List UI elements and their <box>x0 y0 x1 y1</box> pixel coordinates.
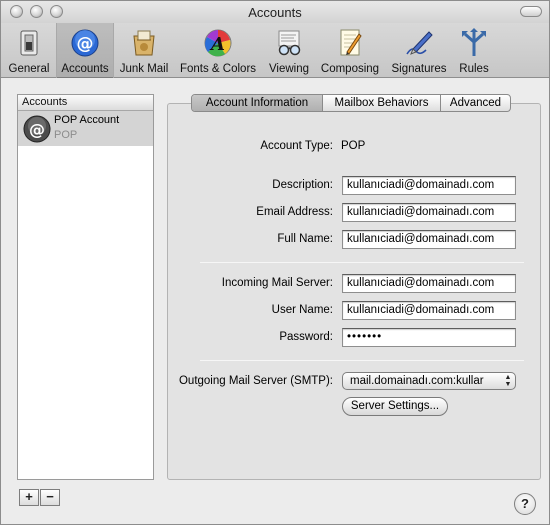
popup-arrows-icon: ▲ ▼ <box>504 374 512 388</box>
title-bar: Accounts <box>1 1 549 23</box>
full-name-label: Full Name: <box>277 233 333 245</box>
mail-account-at-icon: @ <box>23 115 51 143</box>
account-type-label: Account Type: <box>260 140 333 152</box>
toolbar-label: Junk Mail <box>119 63 169 75</box>
at-sign-icon: @ <box>71 29 99 57</box>
account-type: POP <box>54 129 78 141</box>
password-field[interactable]: ••••••• <box>342 328 516 347</box>
svg-text:@: @ <box>77 34 94 54</box>
toolbar-label: Accounts <box>61 63 109 75</box>
svg-text:@: @ <box>29 120 45 139</box>
pen-signature-icon <box>406 31 433 55</box>
toolbar-signatures[interactable]: Signatures <box>387 23 451 78</box>
junk-mail-icon <box>133 30 155 56</box>
account-type-value: POP <box>341 140 366 152</box>
window-title: Accounts <box>248 5 302 20</box>
outgoing-smtp-value: mail.domainadı.com:kullar <box>350 375 484 387</box>
toolbar-toggle-button[interactable] <box>520 6 542 17</box>
toolbar-viewing[interactable]: Viewing <box>264 23 314 78</box>
outgoing-smtp-label: Outgoing Mail Server (SMTP): <box>178 375 333 387</box>
toolbar-general[interactable]: General <box>5 23 53 78</box>
toolbar-label: Composing <box>320 63 380 75</box>
user-name-field[interactable]: kullanıciadi@domainadı.com <box>342 301 516 320</box>
section-divider <box>200 262 524 263</box>
color-wheel-icon: A <box>204 29 232 57</box>
section-divider <box>200 360 524 361</box>
account-name: POP Account <box>54 114 120 126</box>
password-label: Password: <box>279 331 333 343</box>
preferences-toolbar: General @ Accounts Junk Mail A Fonts & C… <box>1 23 549 78</box>
toolbar-label: Fonts & Colors <box>179 63 257 75</box>
accounts-list-header: Accounts <box>18 95 153 111</box>
toolbar-label: Signatures <box>391 63 447 75</box>
add-account-button[interactable]: + <box>19 489 39 506</box>
switch-icon <box>20 30 38 56</box>
toolbar-junk-mail[interactable]: Junk Mail <box>117 23 171 78</box>
toolbar-composing[interactable]: Composing <box>318 23 382 78</box>
rules-arrows-icon <box>462 28 486 56</box>
toolbar-label: Viewing <box>268 63 310 75</box>
toolbar-label: General <box>8 63 50 75</box>
email-address-field[interactable]: kullanıciadi@domainadı.com <box>342 203 516 222</box>
description-label: Description: <box>272 179 333 191</box>
toolbar-label: Rules <box>459 63 489 75</box>
outgoing-smtp-popup[interactable]: mail.domainadı.com:kullar ▲ ▼ <box>342 372 516 390</box>
pencil-paper-icon <box>340 29 362 56</box>
tab-mailbox-behaviors[interactable]: Mailbox Behaviors <box>323 95 441 111</box>
remove-account-button[interactable]: − <box>40 489 60 506</box>
svg-text:A: A <box>209 34 225 55</box>
incoming-mail-server-label: Incoming Mail Server: <box>221 277 333 289</box>
accounts-window: Accounts General @ Accounts Junk Mail A … <box>0 0 550 525</box>
toolbar-accounts[interactable]: @ Accounts <box>56 23 114 78</box>
toolbar-rules[interactable]: Rules <box>454 23 494 78</box>
help-button[interactable]: ? <box>514 493 536 515</box>
incoming-mail-server-field[interactable]: kullanıciadi@domainadı.com <box>342 274 516 293</box>
glasses-icon <box>278 30 301 56</box>
account-tabs: Account Information Mailbox Behaviors Ad… <box>191 94 511 112</box>
server-settings-button[interactable]: Server Settings... <box>342 397 448 416</box>
description-field[interactable]: kullanıciadi@domainadı.com <box>342 176 516 195</box>
account-row-pop[interactable]: @ POP Account POP <box>18 111 153 146</box>
toolbar-fonts-colors[interactable]: A Fonts & Colors <box>176 23 260 78</box>
user-name-label: User Name: <box>271 304 333 316</box>
email-address-label: Email Address: <box>256 206 333 218</box>
tab-account-information[interactable]: Account Information <box>192 95 323 111</box>
tab-advanced[interactable]: Advanced <box>441 95 510 111</box>
accounts-list: Accounts @ POP Account POP <box>17 94 154 480</box>
full-name-field[interactable]: kullanıciadi@domainadı.com <box>342 230 516 249</box>
